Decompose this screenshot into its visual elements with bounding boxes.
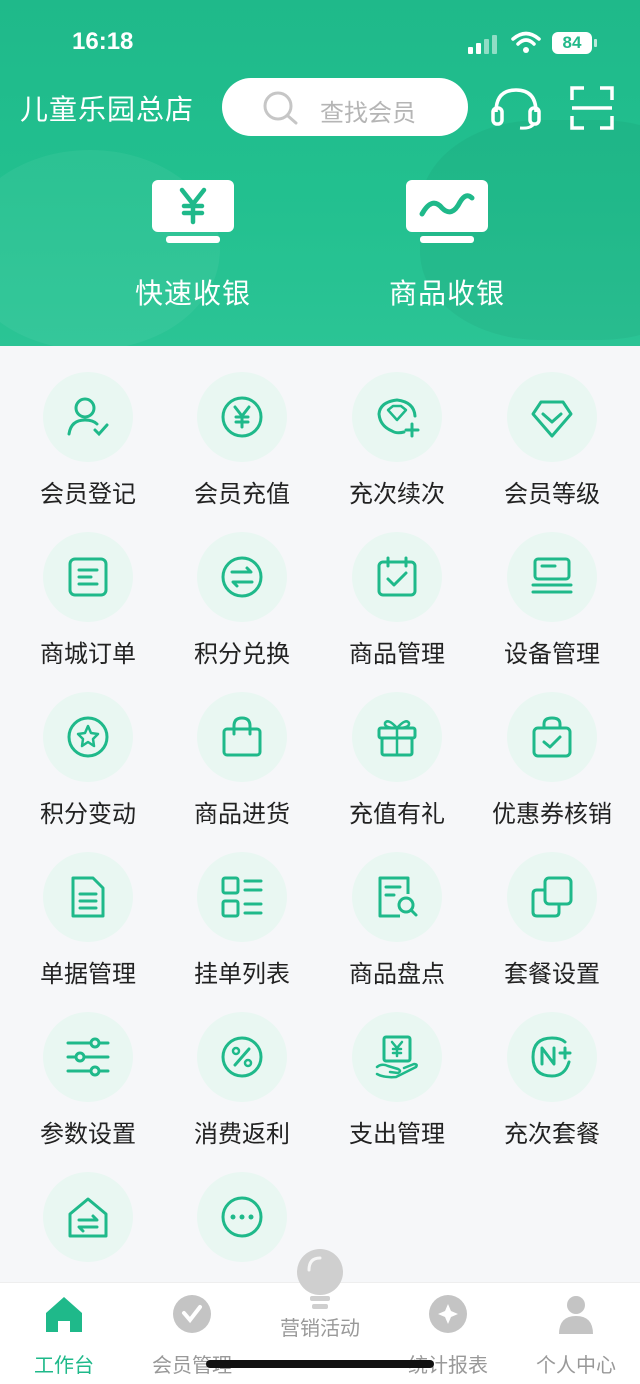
grid-label: 单据管理	[40, 960, 136, 988]
tab-profile[interactable]: 个人中心	[512, 1293, 640, 1378]
signal-icon	[468, 34, 498, 54]
document-icon	[71, 876, 105, 918]
points-change-button[interactable]: 积分变动	[8, 666, 168, 828]
grid-label: 消费返利	[194, 1120, 290, 1148]
inventory-check-button[interactable]: 商品盘点	[317, 826, 477, 988]
battery-indicator: 84	[552, 32, 592, 54]
grid-label: 会员等级	[504, 480, 600, 508]
home-indicator	[206, 1360, 434, 1368]
star-circle-icon	[67, 716, 109, 758]
status-bar: 16:18 84	[0, 0, 640, 84]
recharge-gift-button[interactable]: 充值有礼	[317, 666, 477, 828]
headset-icon[interactable]	[490, 86, 542, 130]
gem-icon	[531, 400, 573, 438]
quick-action-label: 快速收银	[134, 277, 251, 310]
wifi-icon	[511, 31, 541, 53]
device-icon	[531, 557, 573, 594]
copy-icon	[531, 876, 573, 918]
mall-order-button[interactable]: 商城订单	[8, 506, 168, 668]
times-package-button[interactable]: 充次套餐	[472, 986, 632, 1148]
exchange-icon	[221, 556, 263, 598]
order-doc-icon	[68, 557, 108, 597]
more-icon	[221, 1196, 263, 1238]
grid-label: 商品进货	[194, 800, 290, 828]
search-placeholder: 查找会员	[320, 99, 416, 127]
trend-monitor-icon	[406, 180, 488, 243]
search-input[interactable]: 查找会员	[222, 78, 468, 136]
member-recharge-button[interactable]: 会员充值	[162, 346, 322, 508]
product-cashier-button[interactable]: 商品收银	[362, 178, 532, 312]
coupon-check-icon	[532, 716, 572, 758]
member-level-button[interactable]: 会员等级	[472, 346, 632, 508]
tab-marketing[interactable]: 营销活动	[272, 1248, 368, 1341]
list-grid-icon	[221, 876, 263, 918]
scan-icon[interactable]	[570, 86, 614, 130]
diamond-plus-icon	[377, 398, 420, 438]
shopping-bag-icon	[222, 716, 262, 757]
person-icon	[559, 1296, 593, 1334]
check-badge-icon	[173, 1295, 211, 1333]
grid-label: 支出管理	[349, 1120, 445, 1148]
product-manage-button[interactable]: 商品管理	[317, 506, 477, 668]
sliders-icon	[66, 1037, 110, 1077]
chart-badge-icon	[429, 1295, 467, 1333]
gift-icon	[377, 720, 417, 757]
expense-manage-button[interactable]: 支出管理	[317, 986, 477, 1148]
grid-label: 参数设置	[40, 1120, 136, 1148]
document-manage-button[interactable]: 单据管理	[8, 826, 168, 988]
grid-label: 会员登记	[40, 480, 136, 508]
grid-label: 套餐设置	[504, 960, 600, 988]
user-check-icon	[67, 397, 109, 437]
package-settings-button[interactable]: 套餐设置	[472, 826, 632, 988]
coupon-redeem-button[interactable]: 优惠券核销	[472, 666, 632, 828]
grid-label: 充次续次	[349, 480, 445, 508]
n-plus-icon	[531, 1036, 572, 1078]
search-icon	[263, 91, 298, 125]
grid-label: 挂单列表	[194, 960, 290, 988]
grid-label: 充值有礼	[349, 800, 445, 828]
member-register-button[interactable]: 会员登记	[8, 346, 168, 508]
grid-label: 商品盘点	[349, 960, 445, 988]
grid-label: 优惠券核销	[492, 800, 612, 828]
tab-workbench[interactable]: 工作台	[0, 1293, 128, 1378]
grid-label: 积分变动	[40, 800, 136, 828]
yen-monitor-icon	[152, 180, 234, 243]
tab-label: 个人中心	[536, 1353, 616, 1377]
store-name[interactable]: 儿童乐园总店	[20, 88, 194, 128]
parameter-settings-button[interactable]: 参数设置	[8, 986, 168, 1148]
bulb-icon	[297, 1249, 343, 1309]
status-time: 16:18	[72, 28, 134, 55]
inventory-search-icon	[378, 876, 418, 918]
percent-icon	[221, 1036, 263, 1078]
recharge-times-button[interactable]: 充次续次	[317, 346, 477, 508]
tab-label: 营销活动	[280, 1316, 360, 1340]
grid-label: 商城订单	[40, 640, 136, 668]
held-order-list-button[interactable]: 挂单列表	[162, 826, 322, 988]
header: 16:18 84 儿童乐园总店 查找会员 快速收银 商品收银	[0, 0, 640, 346]
battery-tip	[594, 39, 597, 47]
points-exchange-button[interactable]: 积分兑换	[162, 506, 322, 668]
store-return-icon	[68, 1197, 108, 1238]
product-purchase-button[interactable]: 商品进货	[162, 666, 322, 828]
tab-label: 工作台	[34, 1353, 94, 1377]
yen-circle-icon	[221, 396, 263, 438]
grid-label: 充次套餐	[504, 1120, 600, 1148]
home-icon	[46, 1297, 82, 1332]
yen-hand-icon	[375, 1035, 418, 1079]
grid-label: 积分兑换	[194, 640, 290, 668]
device-manage-button[interactable]: 设备管理	[472, 506, 632, 668]
grid-label: 会员充值	[194, 480, 290, 508]
quick-action-label: 商品收银	[388, 277, 505, 310]
consumption-rebate-button[interactable]: 消费返利	[162, 986, 322, 1148]
calendar-check-icon	[377, 556, 417, 597]
grid-label: 设备管理	[504, 640, 600, 668]
grid-label: 商品管理	[349, 640, 445, 668]
quick-cashier-button[interactable]: 快速收银	[108, 178, 278, 312]
